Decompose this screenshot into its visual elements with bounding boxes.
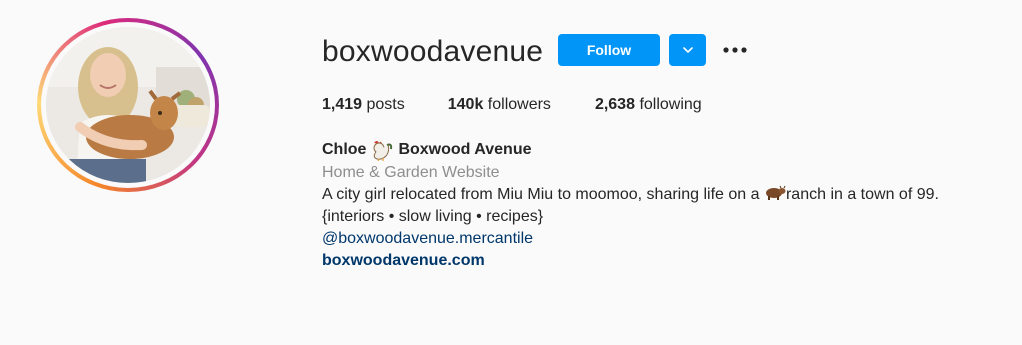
- bio-description: A city girl relocated from Miu Miu to mo…: [322, 184, 1002, 206]
- profile-stats: 1,419 posts 140k followers 2,638 followi…: [322, 95, 702, 115]
- more-options-icon: [723, 47, 747, 53]
- following-link[interactable]: 2,638 following: [595, 95, 702, 115]
- posts-count-label: posts: [366, 96, 405, 113]
- bio-description-part2: ranch in a town of: [785, 186, 913, 203]
- full-name-first: Chloe: [322, 141, 367, 158]
- following-count-value: 2,638: [594, 96, 635, 113]
- cow-emoji-icon: [764, 185, 786, 201]
- bio-description-cont: 99.: [916, 186, 939, 203]
- avatar-photo: [46, 27, 210, 183]
- followers-count-value: 140k: [447, 96, 484, 113]
- following-count-label: following: [639, 96, 702, 113]
- profile-avatar[interactable]: [37, 18, 219, 192]
- posts-count-value: 1,419: [322, 96, 363, 113]
- bio-tagline: {interiors • slow living • recipes}: [322, 208, 544, 225]
- profile-photo-illustration: [46, 27, 210, 183]
- full-name-last: Boxwood Avenue: [398, 141, 532, 158]
- followers-link[interactable]: 140k followers: [448, 95, 551, 115]
- profile-username: boxwoodavenue: [322, 35, 544, 68]
- rooster-emoji-icon: [368, 139, 394, 162]
- follow-button[interactable]: Follow: [558, 34, 660, 66]
- suggested-accounts-dropdown-button[interactable]: [669, 34, 706, 66]
- profile-full-name: Chloe Boxwood Avenue: [322, 138, 1002, 162]
- posts-count: 1,419 posts: [322, 95, 405, 115]
- website-link[interactable]: boxwoodavenue.com: [322, 252, 485, 269]
- profile-category: Home & Garden Website: [322, 164, 500, 181]
- followers-count-label: followers: [487, 96, 551, 113]
- bio-description-part1: A city girl relocated from Miu Miu to mo…: [322, 186, 760, 203]
- chevron-down-icon: [682, 47, 693, 53]
- more-options-button[interactable]: [720, 36, 750, 64]
- bio-mention-link[interactable]: @boxwoodavenue.mercantile: [322, 230, 533, 247]
- profile-bio: Chloe Boxwood Avenue Home & Garden Websi…: [322, 138, 1002, 272]
